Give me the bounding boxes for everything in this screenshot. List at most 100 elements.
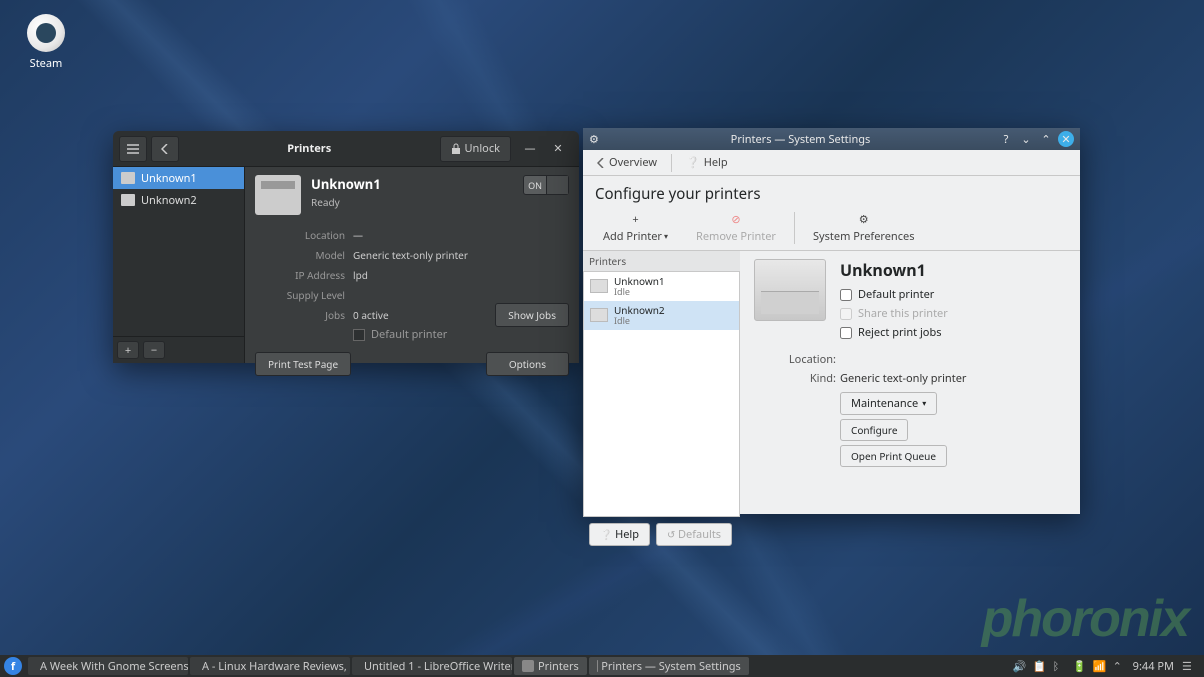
remove-printer-label: Remove Printer <box>696 229 776 244</box>
battery-icon[interactable]: 🔋 <box>1073 659 1085 674</box>
desktop-icon-steam[interactable]: Steam <box>16 14 76 71</box>
system-tray: 🔊 📋 ᛒ 🔋 📶 ⌃ 9:44 PM ☰ <box>1013 659 1200 674</box>
printer-status: Ready <box>311 195 513 209</box>
reject-jobs-checkbox[interactable] <box>840 327 852 339</box>
clock[interactable]: 9:44 PM <box>1133 659 1174 674</box>
chevron-up-icon[interactable]: ⌃ <box>1113 659 1125 674</box>
back-button[interactable] <box>151 136 179 162</box>
ip-label: IP Address <box>255 268 353 282</box>
footer-defaults-label: Defaults <box>678 527 721 542</box>
print-test-page-button[interactable]: Print Test Page <box>255 352 351 376</box>
task-item[interactable]: Untitled 1 - LibreOffice Writer <box>352 657 512 675</box>
printer-item-status: Idle <box>614 287 665 298</box>
task-label: A - Linux Hardware Reviews, Open... <box>202 659 350 674</box>
printer-toggle[interactable]: ON <box>523 175 569 195</box>
default-printer-checkbox[interactable] <box>353 329 365 341</box>
chevron-left-icon <box>161 144 169 154</box>
overview-button[interactable]: Overview <box>589 152 665 173</box>
model-label: Model <box>255 248 353 262</box>
window-footer: ❔ Help ↺ Defaults <box>583 517 1080 552</box>
share-printer-option: Share this printer <box>840 306 1066 321</box>
printer-item-unknown1[interactable]: Unknown1 <box>113 167 244 189</box>
gnome-printers-window: Printers Unlock — ✕ Unknown1 Unknown2 <box>113 131 579 363</box>
kde-settings-window: ⚙ Printers — System Settings ? ⌄ ⌃ ✕ Ove… <box>583 128 1080 514</box>
help-titlebar-button[interactable]: ? <box>998 131 1014 147</box>
steam-icon <box>27 14 65 52</box>
task-label: Printers — System Settings <box>601 659 741 674</box>
separator <box>794 212 795 244</box>
unlock-button[interactable]: Unlock <box>440 136 512 162</box>
printer-icon <box>590 279 608 293</box>
task-label: A Week With Gnome Screensh... <box>40 659 188 674</box>
default-printer-label: Default printer <box>371 327 447 342</box>
printer-item-label: Unknown2 <box>141 193 197 208</box>
task-item[interactable]: Printers — System Settings <box>589 657 749 675</box>
task-item[interactable]: A - Linux Hardware Reviews, Open... <box>190 657 350 675</box>
options-button[interactable]: Options <box>486 352 569 376</box>
wifi-icon[interactable]: 📶 <box>1093 659 1105 674</box>
bluetooth-icon[interactable]: ᛒ <box>1053 659 1065 674</box>
close-button[interactable]: ✕ <box>551 141 565 156</box>
footer-defaults-button[interactable]: ↺ Defaults <box>656 523 732 546</box>
system-preferences-button[interactable]: ⚙ System Preferences <box>799 212 929 244</box>
printer-list: Printers Unknown1 Idle Unknown2 Idle <box>583 251 740 517</box>
gnome-titlebar[interactable]: Printers Unlock — ✕ <box>113 131 579 167</box>
watermark: phoronix <box>982 589 1188 649</box>
maximize-button[interactable]: ⌃ <box>1038 131 1054 147</box>
help-button[interactable]: ❔ Help <box>678 152 736 173</box>
sys-prefs-label: System Preferences <box>813 229 915 244</box>
jobs-label: Jobs <box>255 308 353 322</box>
add-printer-button[interactable]: + <box>117 341 139 359</box>
close-button[interactable]: ✕ <box>1058 131 1074 147</box>
clipboard-icon[interactable]: 📋 <box>1033 659 1045 674</box>
printer-item-unknown2[interactable]: Unknown2 Idle <box>584 301 739 330</box>
show-jobs-button[interactable]: Show Jobs <box>495 303 569 327</box>
add-printer-button[interactable]: + Add Printer ▾ <box>589 212 682 244</box>
printer-icon <box>121 172 135 184</box>
steam-label: Steam <box>16 56 76 71</box>
kind-label: Kind: <box>754 371 840 386</box>
printer-item-unknown1[interactable]: Unknown1 Idle <box>584 272 739 301</box>
list-header: Printers <box>583 251 740 272</box>
volume-icon[interactable]: 🔊 <box>1013 659 1025 674</box>
location-label: Location: <box>754 352 840 367</box>
printer-name: Unknown1 <box>840 259 1066 281</box>
printer-name: Unknown1 <box>311 175 513 193</box>
default-printer-option[interactable]: Default printer <box>840 287 1066 302</box>
printer-sidebar: Unknown1 Unknown2 + − <box>113 167 245 363</box>
open-print-queue-button[interactable]: Open Print Queue <box>840 445 947 467</box>
separator <box>671 154 672 172</box>
reject-jobs-option[interactable]: Reject print jobs <box>840 325 1066 340</box>
task-item[interactable]: Printers <box>514 657 587 675</box>
kde-titlebar[interactable]: ⚙ Printers — System Settings ? ⌄ ⌃ ✕ <box>583 128 1080 150</box>
printer-icon <box>590 308 608 322</box>
ip-value: lpd <box>353 268 368 282</box>
share-printer-checkbox <box>840 308 852 320</box>
printer-item-unknown2[interactable]: Unknown2 <box>113 189 244 211</box>
task-item[interactable]: A Week With Gnome Screensh... <box>28 657 188 675</box>
menu-button[interactable] <box>119 136 147 162</box>
menu-icon[interactable]: ☰ <box>1182 659 1194 674</box>
remove-printer-button[interactable]: ⊘ Remove Printer <box>682 212 790 244</box>
toggle-label: ON <box>524 179 546 192</box>
remove-printer-button[interactable]: − <box>143 341 165 359</box>
app-launcher[interactable]: f <box>4 657 22 675</box>
unlock-label: Unlock <box>465 141 501 156</box>
configure-button[interactable]: Configure <box>840 419 908 441</box>
prefs-icon: ⚙ <box>859 212 869 227</box>
location-label: Location <box>255 228 353 242</box>
location-value[interactable]: — <box>353 228 363 242</box>
minimize-button[interactable]: — <box>523 141 537 156</box>
minimize-button[interactable]: ⌄ <box>1018 131 1034 147</box>
hamburger-icon <box>127 144 139 154</box>
remove-icon: ⊘ <box>731 212 740 227</box>
footer-help-label: Help <box>615 527 639 542</box>
taskbar: f A Week With Gnome Screensh... A - Linu… <box>0 655 1204 677</box>
overview-label: Overview <box>609 155 657 170</box>
default-printer-label: Default printer <box>858 287 934 302</box>
default-printer-checkbox[interactable] <box>840 289 852 301</box>
printer-detail-pane: Unknown1 Default printer Share this prin… <box>740 251 1080 517</box>
footer-help-button[interactable]: ❔ Help <box>589 523 650 546</box>
maintenance-dropdown[interactable]: Maintenance <box>840 392 937 415</box>
jobs-value: 0 active <box>353 308 389 322</box>
